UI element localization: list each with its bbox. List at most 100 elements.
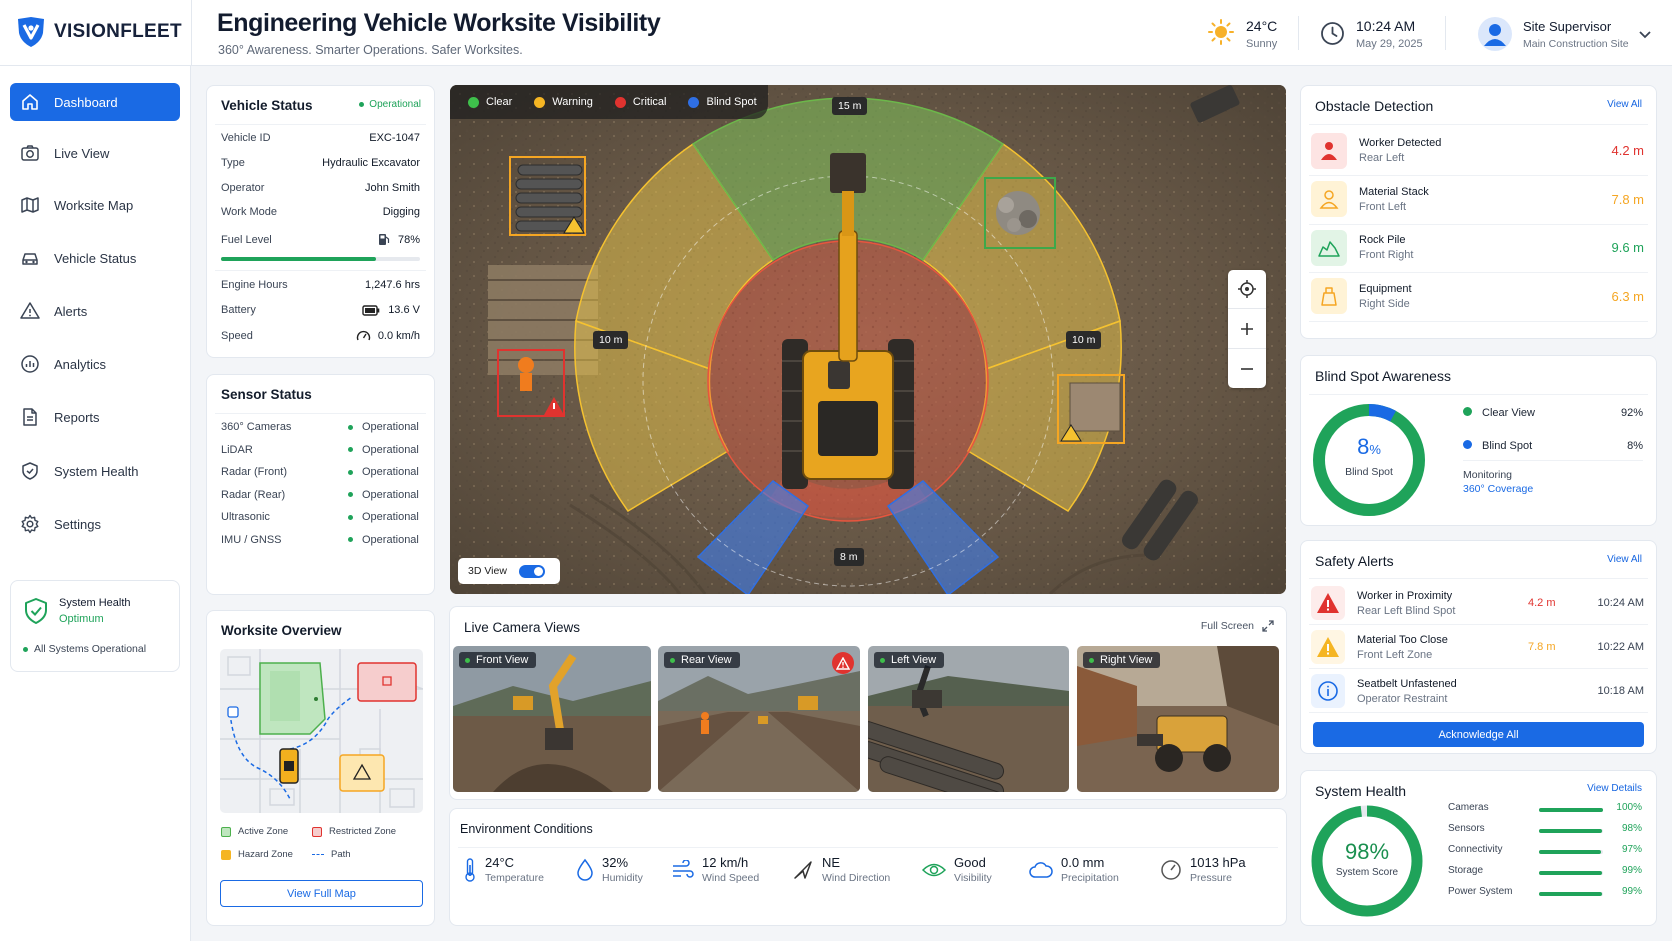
critical-alert-icon [1317, 593, 1339, 613]
full-screen-button[interactable]: Full Screen [1201, 620, 1274, 632]
health-item-bar-fill [1539, 829, 1602, 833]
avatar[interactable] [1478, 17, 1512, 51]
sensor-status: Operational [348, 534, 420, 546]
gauge-icon [1161, 859, 1181, 880]
distance-label-right: 10 m [1066, 331, 1102, 349]
obstacle-row[interactable]: Rock Pile Front Right 9.6 m [1309, 223, 1648, 273]
obstacle-row[interactable]: Material Stack Front Left 7.8 m [1309, 175, 1648, 225]
user-site: Main Construction Site [1523, 38, 1629, 50]
home-icon [22, 94, 38, 110]
zoom-in-button[interactable] [1228, 309, 1266, 349]
sidebar-item-alerts[interactable]: Alerts [10, 292, 180, 330]
sensor-row: IMU / GNSS Operational [221, 534, 420, 546]
alert-row[interactable]: Seatbelt Unfastened Operator Restraint 10:… [1309, 670, 1648, 713]
safety-alerts-title: Safety Alerts [1315, 553, 1394, 569]
health-item-bar-fill [1539, 850, 1602, 854]
camera-tile-front[interactable]: Front View [453, 646, 651, 792]
env-value: 0.0 mm [1061, 855, 1105, 870]
camera-label-text: Front View [476, 654, 529, 666]
obstacle-row[interactable]: Worker Detected Rear Left 4.2 m [1309, 126, 1648, 176]
legend-critical: Critical [632, 96, 667, 108]
sidebar-item-vehicle-status[interactable]: Vehicle Status [10, 239, 180, 277]
zone-legend: Clear Warning Critical Blind Spot [450, 85, 768, 119]
sidebar-item-label: Analytics [54, 356, 107, 372]
legend-active-zone: Active Zone [221, 826, 288, 837]
eye-icon [922, 863, 946, 876]
camera-tile-right[interactable]: Right View [1077, 646, 1279, 792]
alert-detail: Front Left Zone [1357, 648, 1433, 661]
status-badge-text: Operational [369, 99, 421, 110]
vehicle-field-label: Speed [221, 330, 253, 342]
camera-label: Right View [1083, 652, 1161, 668]
camera-label-text: Right View [1100, 654, 1153, 666]
surround-view[interactable]: Clear Warning Critical Blind Spot 15 m 1… [450, 85, 1286, 594]
env-label: Visibility [954, 872, 992, 884]
camera-tile-rear[interactable]: Rear View [658, 646, 860, 792]
3d-view-toggle[interactable]: 3D View [458, 558, 560, 584]
env-humidity: 32% Humidity [576, 855, 643, 884]
vehicle-field-label: Work Mode [221, 206, 278, 218]
obstacle-distance: 7.8 m [1611, 191, 1644, 207]
cloud-icon [1029, 861, 1053, 878]
sidebar-health-note-text: All Systems Operational [34, 643, 147, 655]
page-subtitle: 360° Awareness. Smarter Operations. Safe… [218, 43, 523, 57]
sidebar-item-analytics[interactable]: Analytics [10, 345, 180, 383]
sensor-row: Ultrasonic Operational [221, 511, 420, 523]
sidebar-item-live-view[interactable]: Live View [10, 134, 180, 172]
sidebar-item-settings[interactable]: Settings [10, 505, 180, 543]
health-item-bar [1539, 829, 1603, 833]
zoom-out-button[interactable] [1228, 349, 1266, 388]
obstacle-name: Equipment [1359, 282, 1412, 295]
sensor-row: Radar (Rear) Operational [221, 489, 420, 501]
obstacle-icon-box [1311, 278, 1347, 314]
full-screen-label: Full Screen [1200, 620, 1254, 632]
recenter-button[interactable] [1228, 270, 1266, 309]
worksite-overview-title: Worksite Overview [221, 623, 342, 638]
alert-row[interactable]: Material Too Close Front Left Zone 7.8 m 10… [1309, 626, 1648, 669]
expand-icon [1262, 620, 1274, 632]
sensor-status-text: Operational [362, 511, 419, 523]
env-value: 1013 hPa [1190, 855, 1246, 870]
sidebar-item-label: Dashboard [54, 94, 118, 110]
chevron-down-icon[interactable] [1638, 27, 1652, 45]
acknowledge-all-button[interactable]: Acknowledge All [1313, 722, 1644, 747]
sensor-row: Radar (Front) Operational [221, 466, 420, 478]
alert-time: 10:24 AM [1597, 597, 1644, 609]
alert-icon-box [1311, 586, 1345, 620]
env-value: 12 km/h [702, 855, 749, 870]
view-details-link[interactable]: View Details [1587, 783, 1642, 794]
rock-pile-icon [1318, 240, 1340, 257]
sidebar-item-label: Reports [54, 409, 100, 425]
sidebar-health-card: System Health Optimum All Systems Operat… [10, 580, 180, 672]
legend-label: Hazard Zone [238, 849, 293, 860]
camera-tile-left[interactable]: Left View [868, 646, 1069, 792]
sensor-status: Operational [348, 421, 420, 433]
view-full-map-button[interactable]: View Full Map [220, 880, 423, 907]
alert-time: 10:18 AM [1597, 685, 1644, 697]
sidebar-item-label: Alerts [54, 303, 88, 319]
toggle-switch[interactable] [518, 564, 545, 578]
thermometer-icon [465, 857, 475, 882]
sidebar-item-worksite-map[interactable]: Worksite Map [10, 186, 180, 224]
wind-icon [673, 859, 694, 878]
fuel-label: Fuel Level [221, 233, 272, 246]
blind-spot-caption: Blind Spot [1345, 466, 1393, 478]
view-all-obstacles-link[interactable]: View All [1607, 99, 1642, 110]
speedometer-icon [356, 330, 370, 341]
sidebar-item-dashboard[interactable]: Dashboard [10, 83, 180, 121]
view-all-alerts-link[interactable]: View All [1607, 554, 1642, 565]
brand-name: VISIONFLEET [54, 21, 182, 42]
health-item-bar-fill [1539, 871, 1603, 875]
sidebar-health-status: Optimum [59, 613, 104, 625]
obstacle-row[interactable]: Equipment Right Side 6.3 m [1309, 272, 1648, 322]
vehicle-field-value: Digging [382, 206, 420, 218]
alert-row[interactable]: Worker in Proximity Rear Left Blind Spot 4… [1309, 582, 1648, 625]
sidebar-item-reports[interactable]: Reports [10, 398, 180, 436]
system-score-label: System Score [1335, 867, 1399, 878]
sidebar-item-system-health[interactable]: System Health [10, 452, 180, 490]
monitoring-value: 360° Coverage [1463, 483, 1534, 495]
chart-icon [21, 355, 39, 373]
blind-spot-unit: % [1369, 442, 1381, 457]
obstacle-location: Rear Left [1359, 152, 1405, 164]
worksite-minimap[interactable] [220, 649, 423, 813]
